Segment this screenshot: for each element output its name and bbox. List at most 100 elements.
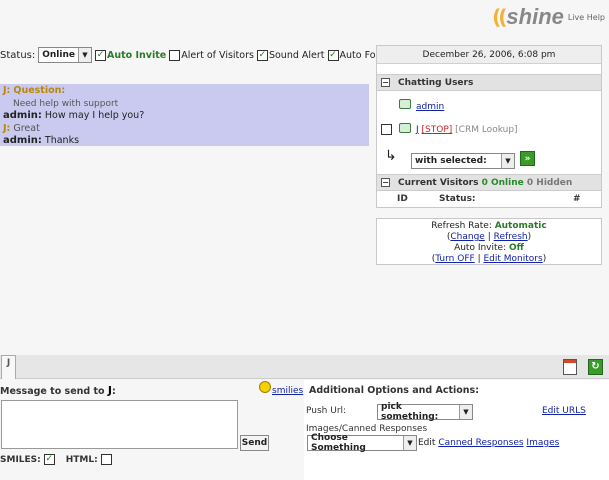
chatting-users-title: Chatting Users bbox=[398, 77, 474, 88]
separator: | bbox=[487, 232, 491, 242]
auto-invite-status-value: Off bbox=[508, 243, 524, 253]
user-link-j[interactable]: J bbox=[416, 125, 419, 135]
chat-text: Great bbox=[13, 122, 40, 134]
chat-author: admin: bbox=[3, 110, 42, 121]
crm-lookup-link[interactable]: [CRM Lookup] bbox=[455, 125, 517, 135]
additional-options-title: Additional Options and Actions: bbox=[309, 385, 480, 396]
edit-monitors-link[interactable]: Edit Monitors bbox=[483, 254, 542, 264]
message-input[interactable] bbox=[1, 400, 238, 449]
shine-logo: (( shine Live Help bbox=[492, 4, 605, 30]
chat-bubble-icon bbox=[399, 123, 411, 133]
send-button[interactable]: Send bbox=[240, 435, 269, 451]
paren-close: ) bbox=[527, 232, 532, 242]
corner-arrow-icon: ↳ bbox=[385, 148, 397, 164]
canned-response-select[interactable]: Choose Something ▼ bbox=[307, 433, 417, 453]
go-arrow-button[interactable]: » bbox=[520, 151, 535, 166]
user-select-checkbox[interactable] bbox=[381, 124, 392, 135]
chat-text: Need help with support bbox=[13, 98, 119, 109]
auto-invite-option[interactable]: ✓ Auto Invite bbox=[94, 49, 167, 61]
col-hash: # bbox=[573, 194, 581, 204]
with-selected-value: with selected: bbox=[415, 156, 487, 166]
alert-visitors-checkbox[interactable] bbox=[169, 49, 181, 61]
chat-author: J: bbox=[3, 122, 11, 134]
collapse-icon[interactable]: − bbox=[381, 178, 390, 187]
monitor-links-line: (Turn OFF | Edit Monitors) bbox=[377, 254, 601, 265]
logo-word: shine bbox=[506, 4, 564, 29]
chevron-down-icon: ▼ bbox=[501, 154, 514, 168]
chat-text: Question: bbox=[13, 85, 66, 96]
sound-alert-checkbox[interactable]: ✓ bbox=[256, 49, 268, 61]
alert-visitors-label: Alert of Visitors bbox=[181, 49, 254, 61]
status-select[interactable]: Online ▼ bbox=[38, 47, 92, 63]
col-id: ID bbox=[397, 194, 408, 204]
smilies-link[interactable]: smilies bbox=[272, 386, 303, 396]
chat-line: admin: How may I help you? bbox=[3, 110, 366, 123]
chat-text: Thanks bbox=[44, 135, 80, 146]
change-link[interactable]: Change bbox=[450, 232, 484, 242]
collapse-icon[interactable]: − bbox=[381, 78, 390, 87]
images-link[interactable]: Images bbox=[526, 438, 559, 448]
current-date: December 26, 2006, 6:08 pm bbox=[377, 46, 601, 64]
paren-close: ) bbox=[542, 254, 547, 264]
message-options: SMILES: ✓ HTML: bbox=[0, 454, 112, 465]
canned-response-value: Choose Something bbox=[311, 433, 366, 453]
auto-invite-checkbox[interactable]: ✓ bbox=[94, 49, 106, 61]
chevron-down-icon: ▼ bbox=[403, 436, 416, 450]
window-icon[interactable] bbox=[563, 359, 577, 375]
hidden-count: 0 bbox=[526, 177, 534, 188]
refresh-rate-line: Refresh Rate: Automatic bbox=[377, 221, 601, 232]
visitors-table-header: ID Status: # bbox=[377, 192, 601, 206]
status-select-value: Online bbox=[42, 50, 75, 60]
hidden-label: Hidden bbox=[536, 177, 573, 188]
chat-line: Need help with support bbox=[3, 98, 366, 111]
status-label: Status: bbox=[0, 49, 36, 61]
edit-urls-link[interactable]: Edit URLS bbox=[542, 406, 586, 416]
push-url-value: pick something: bbox=[381, 402, 439, 422]
smiles-label: SMILES: bbox=[0, 454, 41, 465]
chat-tab-bar: J ↻ bbox=[0, 355, 609, 379]
chevron-down-icon: ▼ bbox=[459, 405, 472, 419]
alert-visitors-option[interactable]: Alert of Visitors bbox=[169, 49, 254, 61]
with-selected-select[interactable]: with selected: ▼ bbox=[411, 153, 515, 169]
user-link-admin[interactable]: admin bbox=[416, 102, 444, 112]
refresh-rate-value: Automatic bbox=[494, 221, 547, 231]
status-toolbar: Status: Online ▼ ✓ Auto Invite Alert of … bbox=[0, 46, 392, 64]
refresh-info-box: Refresh Rate: Automatic (Change | Refres… bbox=[376, 218, 602, 265]
edit-label: Edit bbox=[418, 438, 436, 448]
html-label: HTML: bbox=[65, 454, 98, 465]
message-label-text: Message to send to bbox=[0, 386, 105, 397]
html-checkbox[interactable] bbox=[100, 454, 112, 465]
stop-link[interactable]: [STOP] bbox=[422, 125, 453, 135]
auto-invite-label: Auto Invite bbox=[106, 49, 167, 61]
chat-text: How may I help you? bbox=[44, 110, 145, 121]
chat-author: admin: bbox=[3, 135, 42, 146]
turn-off-link[interactable]: Turn OFF bbox=[435, 254, 474, 264]
refresh-link[interactable]: Refresh bbox=[494, 232, 528, 242]
sound-alert-option[interactable]: ✓ Sound Alert bbox=[256, 49, 325, 61]
chat-line: J: Question: bbox=[3, 85, 366, 98]
chevron-down-icon: ▼ bbox=[77, 48, 91, 62]
smiles-checkbox[interactable]: ✓ bbox=[43, 454, 55, 465]
sound-alert-label: Sound Alert bbox=[268, 49, 325, 61]
chatting-users-header[interactable]: − Chatting Users bbox=[377, 74, 601, 91]
separator: | bbox=[477, 254, 481, 264]
col-status: Status: bbox=[439, 194, 476, 204]
refresh-rate-label: Refresh Rate: bbox=[431, 221, 492, 231]
visitors-title: Current Visitors bbox=[398, 177, 479, 188]
chat-line: admin: Thanks bbox=[3, 135, 366, 148]
canned-links: Edit Canned Responses Images bbox=[418, 438, 559, 448]
smiley-icon[interactable] bbox=[259, 381, 271, 393]
current-visitors-header[interactable]: − Current Visitors 0 Online 0 Hidden bbox=[377, 174, 601, 191]
refresh-icon[interactable]: ↻ bbox=[588, 359, 603, 375]
push-url-select[interactable]: pick something: ▼ bbox=[377, 402, 473, 422]
message-colon: : bbox=[112, 386, 116, 397]
tab-j[interactable]: J bbox=[1, 355, 16, 379]
auto-invite-status-label: Auto Invite: bbox=[454, 243, 507, 253]
message-label: Message to send to J: bbox=[0, 384, 116, 397]
auto-focus-checkbox[interactable]: ✓ bbox=[327, 49, 339, 61]
auto-invite-line: Auto Invite: Off bbox=[377, 243, 601, 254]
refresh-links-line: (Change | Refresh) bbox=[377, 232, 601, 243]
user-row-j: J [STOP] [CRM Lookup] bbox=[416, 125, 518, 135]
canned-responses-link[interactable]: Canned Responses bbox=[438, 438, 523, 448]
chat-transcript[interactable]: J: Question: Need help with support admi… bbox=[0, 84, 369, 146]
